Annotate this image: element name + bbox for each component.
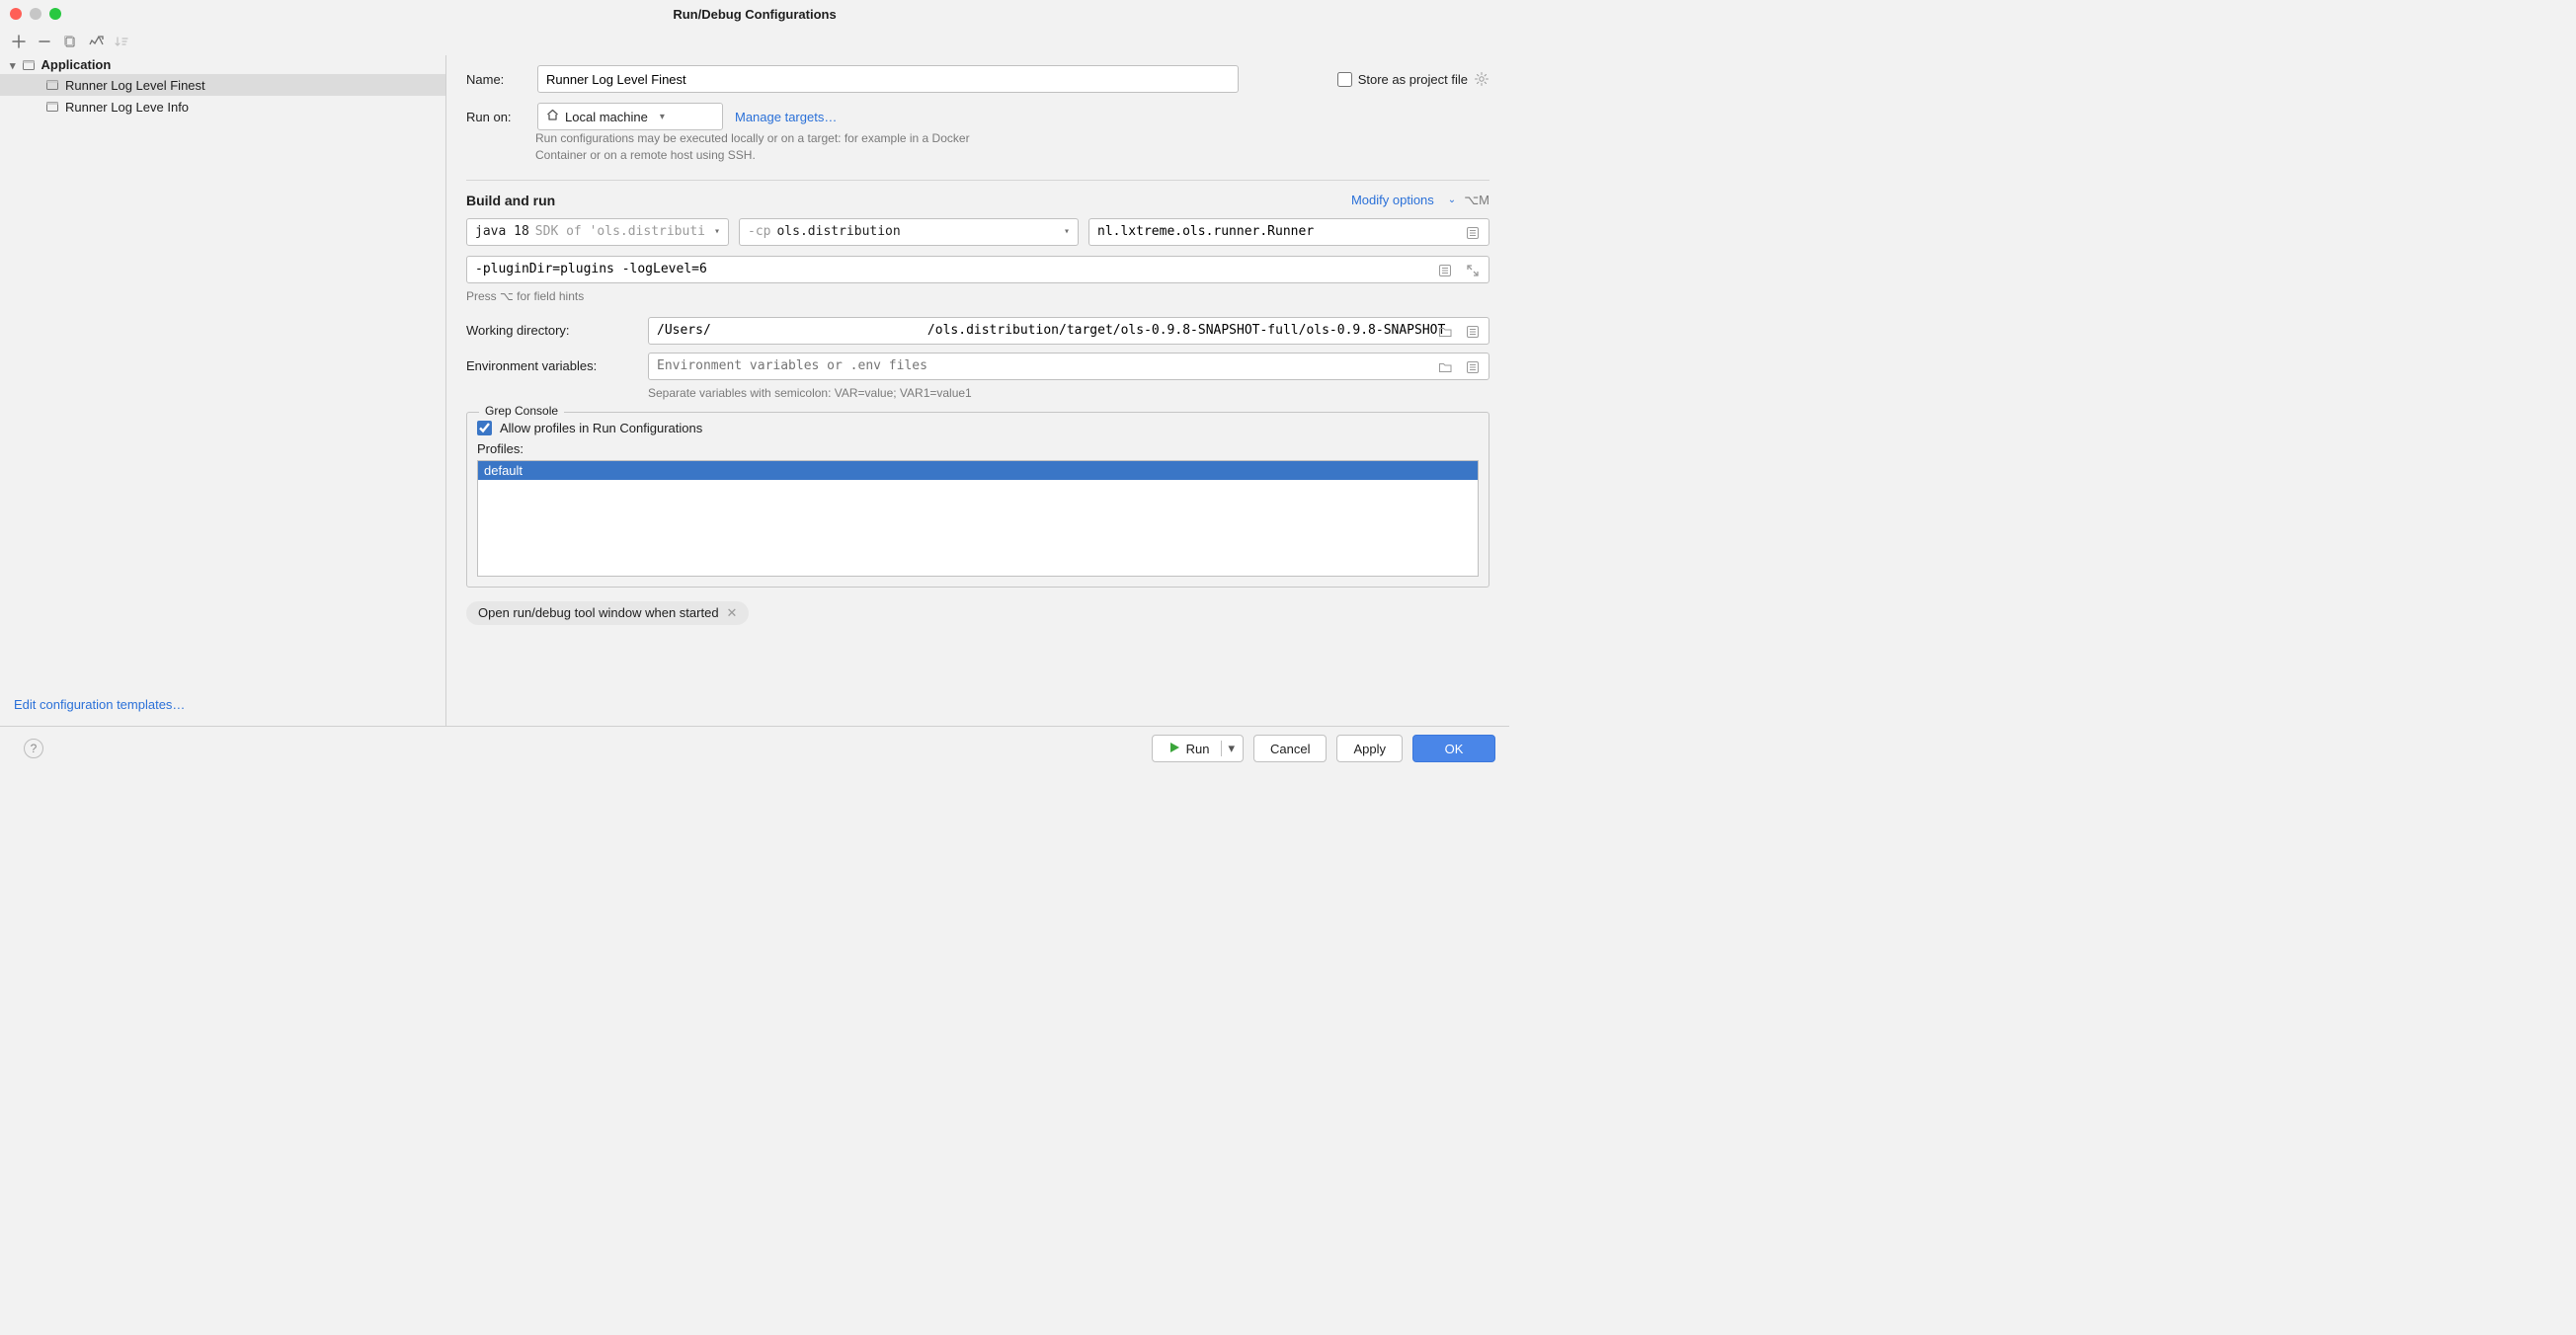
folder-icon[interactable] [1435,357,1455,377]
run-on-label: Run on: [466,110,525,124]
folder-icon[interactable] [1435,322,1455,342]
chip-remove-icon[interactable]: ✕ [727,605,738,621]
field-hints-text: Press ⌥ for field hints [466,289,1489,303]
expand-icon[interactable] [1463,261,1483,280]
store-label: Store as project file [1358,72,1468,87]
name-input[interactable] [546,72,1230,87]
sdk-suffix: SDK of 'ols.distributi [535,224,705,239]
chevron-down-icon [10,57,16,72]
edit-templates-link[interactable]: Edit configuration templates… [14,697,185,712]
chevron-down-icon: ▾ [1064,226,1070,237]
play-icon [1168,742,1180,756]
sdk-combo[interactable]: java 18 SDK of 'ols.distributi ▾ [466,218,729,246]
manage-targets-link[interactable]: Manage targets… [735,110,837,124]
program-args-input[interactable] [475,262,1481,276]
list-icon[interactable] [1463,223,1483,243]
window-close-icon[interactable] [10,8,22,20]
traffic-lights [10,8,61,20]
grep-console-legend: Grep Console [479,404,564,418]
config-form: Name: Store as project file Run on: [446,55,1509,726]
gear-icon[interactable] [1474,71,1489,87]
list-icon[interactable] [1463,322,1483,342]
store-as-project-checkbox[interactable] [1337,72,1352,87]
chip-label: Open run/debug tool window when started [478,605,719,620]
sort-config-button[interactable] [113,33,130,50]
chevron-down-icon: ▾ [714,226,720,237]
list-icon[interactable] [1435,261,1455,280]
name-label: Name: [466,72,525,87]
main-class-field[interactable] [1088,218,1489,246]
dialog-footer: ? Run ▾ Cancel Apply OK [0,726,1509,770]
env-label: Environment variables: [466,358,636,373]
chevron-down-icon: ▾ [660,112,665,122]
grep-console-fieldset: Grep Console Allow profiles in Run Confi… [466,412,1489,588]
window-zoom-icon[interactable] [49,8,61,20]
remove-config-button[interactable] [36,33,53,50]
modify-options-shortcut: ⌥M [1464,193,1489,208]
modify-options-link[interactable]: Modify options [1351,193,1434,207]
profiles-list[interactable]: default [477,460,1479,577]
name-field[interactable] [537,65,1239,93]
application-config-icon [45,100,59,114]
program-args-field[interactable] [466,256,1489,283]
tree-group-label: Application [41,57,112,72]
run-on-help-text: Run configurations may be executed local… [535,130,990,164]
sidebar-toolbar [0,28,1509,55]
env-field[interactable] [648,353,1489,380]
chevron-down-icon[interactable]: ▾ [1221,741,1235,756]
env-hint-text: Separate variables with semicolon: VAR=v… [648,386,1489,400]
cp-value: ols.distribution [776,224,900,239]
working-directory-input[interactable] [657,323,1481,338]
tree-item-label: Runner Log Leve Info [65,100,189,115]
config-tree: Application Runner Log Level Finest Runn… [0,55,446,726]
titlebar: Run/Debug Configurations [0,0,1509,28]
tree-item-label: Runner Log Level Finest [65,78,205,93]
open-tool-window-chip[interactable]: Open run/debug tool window when started … [466,601,749,625]
application-config-icon [45,78,59,92]
run-button[interactable]: Run ▾ [1152,735,1244,762]
list-icon[interactable] [1463,357,1483,377]
tree-item[interactable]: Runner Log Level Finest [0,74,445,96]
main-class-input[interactable] [1097,224,1481,239]
run-button-label: Run [1186,742,1210,756]
classpath-combo[interactable]: -cp ols.distribution ▾ [739,218,1079,246]
tree-group-application[interactable]: Application [0,55,445,74]
cancel-button[interactable]: Cancel [1253,735,1327,762]
save-config-button[interactable] [87,33,105,50]
profiles-label: Profiles: [477,441,1479,456]
apply-button[interactable]: Apply [1336,735,1403,762]
working-directory-field[interactable] [648,317,1489,345]
working-directory-label: Working directory: [466,323,636,338]
window-title: Run/Debug Configurations [673,7,836,22]
home-icon [546,109,559,124]
window-minimize-icon [30,8,41,20]
build-run-section-title: Build and run [466,193,555,208]
sdk-prefix: java 18 [475,224,529,239]
profile-item[interactable]: default [478,461,1478,480]
tree-item[interactable]: Runner Log Leve Info [0,96,445,118]
add-config-button[interactable] [10,33,28,50]
cp-prefix: -cp [748,224,770,239]
allow-profiles-label: Allow profiles in Run Configurations [500,421,702,435]
ok-button[interactable]: OK [1412,735,1495,762]
env-input[interactable] [657,358,1481,373]
application-type-icon [22,58,36,72]
chevron-down-icon: ⌄ [1448,195,1456,205]
run-on-value: Local machine [565,110,648,124]
allow-profiles-checkbox[interactable] [477,421,492,435]
run-on-combo[interactable]: Local machine ▾ [537,103,723,130]
help-icon[interactable]: ? [24,739,43,758]
copy-config-button[interactable] [61,33,79,50]
